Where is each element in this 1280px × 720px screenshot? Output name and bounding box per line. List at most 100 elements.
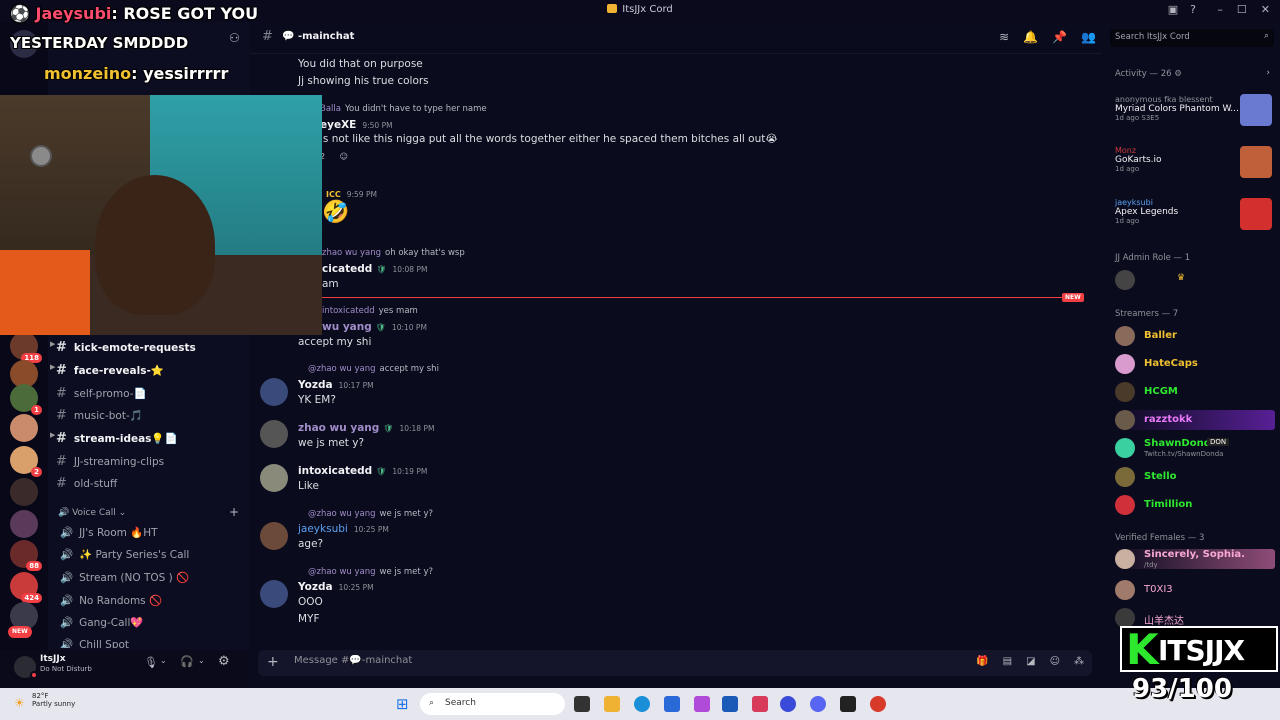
weather-widget[interactable]: ☀ 82°F Partly sunny	[14, 692, 75, 710]
server-icon[interactable]: 424	[10, 572, 42, 603]
app-icon[interactable]	[752, 696, 768, 712]
reply-preview[interactable]: intoxicatedd yes mam	[322, 306, 418, 316]
message-emoji: 🤣	[322, 200, 350, 225]
apex-legends-icon	[1240, 198, 1272, 230]
message-text: am	[322, 278, 339, 290]
reply-preview[interactable]: @zhao wu yang we js met y?	[308, 509, 433, 519]
emoji-icon[interactable]: ☺	[1050, 656, 1060, 667]
server-icon[interactable]: 2	[10, 446, 42, 477]
dnd-status-icon	[30, 671, 38, 679]
voice-channel[interactable]: 🔊 Stream (NO TOS ) 🚫	[60, 571, 189, 584]
inbox-icon[interactable]: ▣	[1168, 3, 1178, 16]
voice-channel[interactable]: 🔊 JJ's Room 🔥HT	[60, 526, 158, 539]
avatar[interactable]	[260, 378, 288, 406]
maximize-button[interactable]: ☐	[1237, 3, 1247, 16]
channel-item[interactable]: ▶ # face-reveals-⭐	[50, 363, 164, 378]
task-view-icon[interactable]	[574, 696, 590, 712]
reply-preview[interactable]: zhao wu yang oh okay that's wsp	[322, 248, 465, 258]
channel-item[interactable]: # self-promo-📄	[56, 386, 147, 401]
gear-icon[interactable]: ⚙	[218, 654, 230, 669]
server-icon[interactable]	[10, 414, 38, 442]
speaker-icon: 🔊	[60, 595, 74, 607]
help-icon[interactable]: ?	[1190, 3, 1196, 16]
search-input[interactable]	[1115, 32, 1255, 42]
activity-header[interactable]: Activity — 26 ⚙	[1115, 69, 1182, 79]
member-item[interactable]: razztokk	[1115, 410, 1275, 430]
channel-item[interactable]: # music-bot-🎵	[56, 408, 143, 423]
member-item[interactable]: ♛	[1115, 270, 1275, 290]
threads-icon[interactable]: ≋	[999, 30, 1009, 44]
gif-icon[interactable]: ▤	[1003, 656, 1012, 667]
member-item[interactable]: HateCaps	[1115, 354, 1275, 374]
channel-item[interactable]: # JJ-streaming-clips	[56, 454, 164, 469]
channel-item[interactable]: ▶ # stream-ideas💡📄	[50, 431, 178, 446]
chevron-down-icon[interactable]: ⌄	[160, 656, 167, 665]
channel-item[interactable]: # old-stuff	[56, 476, 117, 491]
apps-icon[interactable]: ⁂	[1074, 656, 1084, 667]
avatar[interactable]	[260, 420, 288, 448]
windows-start-icon[interactable]: ⊞	[396, 695, 409, 713]
member-item[interactable]: Timillion	[1115, 495, 1275, 515]
reply-preview[interactable]: Balla You didn't have to type her name	[320, 104, 487, 114]
reaction[interactable]: 2 ☺	[320, 152, 348, 161]
microphone-icon[interactable]: 🎙	[144, 656, 158, 669]
file-explorer-icon[interactable]	[604, 696, 620, 712]
voice-channel[interactable]: 🔊 Chill Spot	[60, 638, 129, 648]
voice-channel[interactable]: 🔊 ✨ Party Series's Call	[60, 548, 189, 561]
stream-chat-line: monzeino: yessirrrrr	[44, 64, 229, 83]
epic-games-icon[interactable]	[840, 696, 856, 712]
message-text: we js met y?	[298, 437, 365, 449]
channel-item[interactable]: ▶ # kick-emote-requests	[50, 340, 196, 355]
reply-preview[interactable]: @zhao wu yang we js met y?	[308, 567, 433, 577]
avatar[interactable]	[260, 522, 288, 550]
add-channel-icon[interactable]: +	[229, 505, 239, 519]
app-icon[interactable]	[870, 696, 886, 712]
chat-header: # 💬 -mainchat ≋ 🔔 📌 👥	[250, 22, 1102, 54]
unread-badge: 1	[31, 405, 42, 415]
member-item[interactable]: ShawnDonda DON Twitch.tv/ShawnDonda	[1115, 438, 1275, 458]
reply-preview[interactable]: @zhao wu yang accept my shi	[308, 364, 439, 374]
minimize-button[interactable]: –	[1217, 3, 1223, 16]
server-icon[interactable]	[10, 478, 38, 506]
member-item[interactable]: Sincerely, Sophia./tdy	[1115, 549, 1275, 569]
edge-icon[interactable]	[634, 696, 650, 712]
server-icon[interactable]: 88	[10, 540, 42, 571]
headphones-icon[interactable]: 🎧	[180, 655, 194, 668]
unread-badge: 88	[26, 561, 42, 571]
add-attachment-icon[interactable]: +	[267, 654, 279, 670]
bell-icon[interactable]: 🔔	[1023, 30, 1038, 44]
member-item[interactable]: Stello	[1115, 467, 1275, 487]
user-status: Do Not Disturb	[40, 665, 92, 673]
member-item[interactable]: HCGM	[1115, 382, 1275, 402]
server-icon[interactable]	[10, 510, 38, 538]
server-icon[interactable]: 118	[10, 332, 42, 363]
new-messages-divider	[318, 297, 1066, 298]
members-icon[interactable]: 👥	[1081, 30, 1096, 44]
discord-icon[interactable]	[810, 696, 826, 712]
chevron-down-icon[interactable]: ⌄	[198, 656, 205, 665]
app-icon[interactable]	[694, 696, 710, 712]
add-reaction-icon[interactable]: ☺	[340, 152, 348, 161]
avatar[interactable]	[260, 464, 288, 492]
add-friend-icon[interactable]: ⚇	[229, 31, 240, 45]
taskbar-search[interactable]: ⌕ Search	[420, 693, 565, 715]
server-icon[interactable]: 1	[10, 384, 42, 415]
voice-channel[interactable]: 🔊 Gang-Call💖	[60, 616, 143, 629]
app-icon[interactable]	[664, 696, 680, 712]
close-button[interactable]: ✕	[1261, 3, 1270, 16]
taskbar: ☀ 82°F Partly sunny ⊞ ⌕ Search	[0, 688, 1280, 720]
voice-category[interactable]: 🔊 Voice Call ⌄	[58, 508, 126, 518]
store-icon[interactable]	[722, 696, 738, 712]
sun-icon: ☀	[14, 696, 25, 710]
pin-icon[interactable]: 📌	[1052, 30, 1067, 44]
chevron-right-icon[interactable]: ›	[1266, 68, 1270, 78]
app-icon[interactable]	[780, 696, 796, 712]
message-input[interactable]	[294, 655, 894, 666]
voice-channel[interactable]: 🔊 No Randoms 🚫	[60, 594, 162, 607]
member-item[interactable]: Baller	[1115, 326, 1275, 346]
avatar[interactable]	[260, 580, 288, 608]
gift-icon[interactable]: 🎁	[976, 656, 988, 667]
sticker-icon[interactable]: ◪	[1026, 656, 1035, 667]
message-header: wu yang 🛡 10:10 PM	[322, 321, 427, 333]
member-item[interactable]: T0XI3	[1115, 580, 1275, 600]
